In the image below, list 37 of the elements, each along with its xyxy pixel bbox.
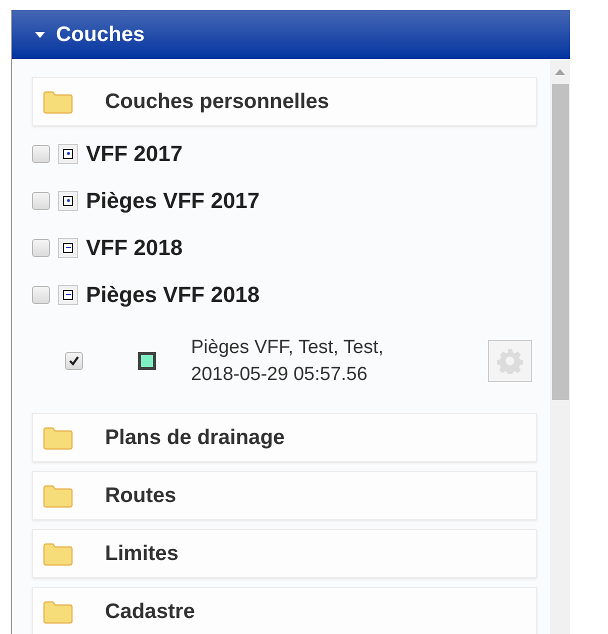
sublayer-label: Pièges VFF, Test, Test, 2018-05-29 05:57.56 [191,336,385,387]
scroll-thumb[interactable] [552,84,568,400]
folder-row[interactable]: Couches personnelles [32,77,537,126]
expand-toggle[interactable] [58,284,78,304]
folder-row[interactable]: Limites [32,529,537,578]
folder-label: Routes [105,482,176,509]
folder-icon [43,426,73,450]
layer-label: Pièges VFF 2017 [86,187,260,215]
folder-icon [43,90,73,114]
layer-label: VFF 2018 [86,234,183,262]
folder-label: Couches personnelles [105,88,330,115]
checkbox[interactable] [32,286,50,304]
checkbox[interactable] [32,192,50,210]
panel-title: Couches [56,22,145,48]
scrollbar[interactable] [550,59,570,634]
panel-header[interactable]: Couches [12,10,570,59]
layer-label: Pièges VFF 2018 [86,281,260,309]
folder-row[interactable]: Cadastre [32,587,537,634]
folder-row[interactable]: Routes [32,471,537,520]
scroll-up-icon[interactable] [555,69,565,75]
expand-toggle[interactable] [58,190,78,210]
folder-icon [43,484,73,508]
folder-row[interactable]: Plans de drainage [32,413,537,462]
folder-label: Limites [105,540,179,567]
checkbox[interactable] [32,144,50,162]
settings-icon [497,348,523,374]
expand-toggle[interactable] [58,238,78,258]
folder-label: Cadastre [105,598,195,625]
checkbox[interactable] [65,352,83,370]
settings-button[interactable] [488,340,532,382]
folder-label: Plans de drainage [105,424,285,451]
expand-toggle[interactable] [58,144,78,164]
folder-icon [43,542,73,566]
layer-label: VFF 2017 [86,140,183,168]
check-icon [68,355,80,367]
checkbox[interactable] [32,238,50,256]
folder-icon [43,600,73,624]
